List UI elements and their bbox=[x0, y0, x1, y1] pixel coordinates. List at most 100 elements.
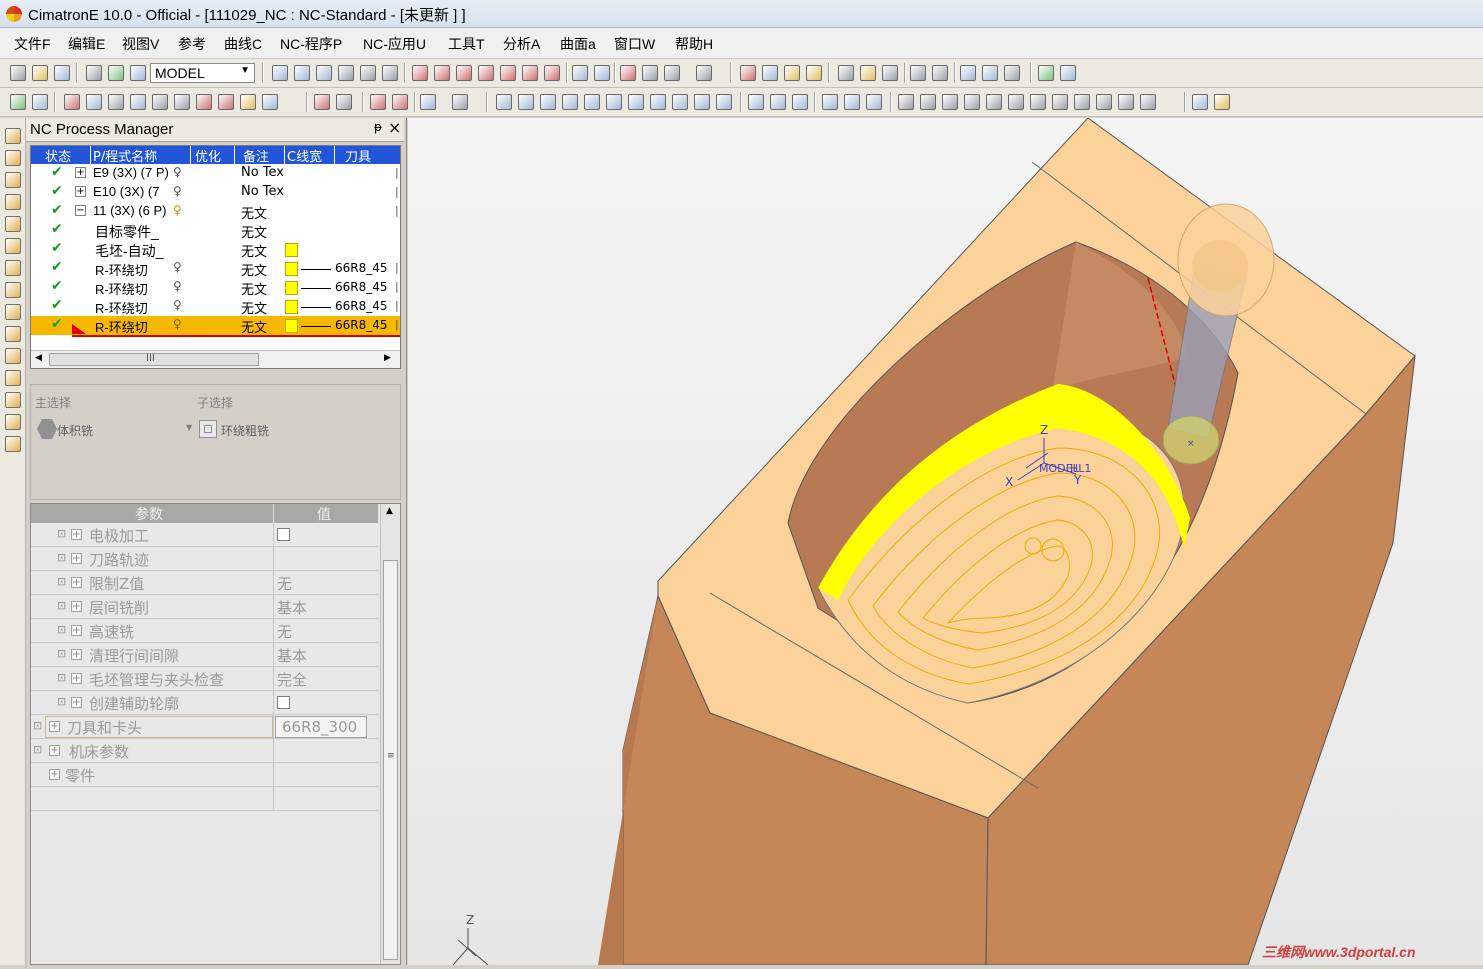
param-row[interactable]: ⊡ + 刀路轨迹 bbox=[31, 547, 378, 571]
line-2-icon[interactable] bbox=[920, 94, 936, 110]
draw-3-icon[interactable] bbox=[792, 94, 808, 110]
trim-icon[interactable] bbox=[1008, 94, 1024, 110]
close-x-icon[interactable] bbox=[392, 94, 408, 110]
left-tool-7-icon[interactable] bbox=[5, 260, 21, 276]
model-select[interactable]: MODEL ▼ bbox=[150, 63, 255, 83]
shaded-icon[interactable] bbox=[620, 65, 636, 81]
param-row-focused[interactable]: ⊡ + 刀具和卡头 66R8_300 bbox=[31, 715, 378, 739]
pin-icon[interactable]: ᵽ bbox=[374, 120, 382, 134]
menu-analysis[interactable]: 分析A bbox=[503, 34, 540, 54]
xyz-icon[interactable] bbox=[1140, 94, 1156, 110]
nc-tool-icon[interactable] bbox=[32, 94, 48, 110]
nc-icon[interactable] bbox=[1038, 65, 1054, 81]
offset-icon[interactable] bbox=[1096, 94, 1112, 110]
ucs-icon[interactable] bbox=[130, 65, 146, 81]
wireframe-icon[interactable] bbox=[642, 65, 658, 81]
spline-icon[interactable] bbox=[986, 94, 1002, 110]
menu-help[interactable]: 帮助H bbox=[675, 34, 713, 54]
face-select-7-icon[interactable] bbox=[628, 94, 644, 110]
delete-icon[interactable] bbox=[370, 94, 386, 110]
axis-icon[interactable] bbox=[822, 94, 838, 110]
scroll-thumb[interactable]: III bbox=[49, 353, 259, 366]
col-optimize[interactable]: 优化 bbox=[191, 146, 235, 164]
face-select-icon[interactable] bbox=[496, 94, 512, 110]
forward-arrow-icon[interactable] bbox=[932, 65, 948, 81]
zoom-fit-icon[interactable] bbox=[316, 65, 332, 81]
nc-setup-icon[interactable] bbox=[1060, 65, 1076, 81]
col-line-width[interactable]: C线宽 bbox=[285, 146, 335, 164]
left-tool-6-icon[interactable] bbox=[5, 238, 21, 254]
grid-icon[interactable] bbox=[960, 65, 976, 81]
axis-2-icon[interactable] bbox=[844, 94, 860, 110]
tree-row-selected[interactable]: ✔ R-环绕切 ♀ 无文 66R8_45 | bbox=[31, 316, 400, 336]
expand-icon[interactable]: + bbox=[49, 745, 60, 756]
expand-icon[interactable]: + bbox=[71, 673, 82, 684]
param-row[interactable]: ⊡ + 毛坯管理与夹头检查 完全 bbox=[31, 667, 378, 691]
param-value[interactable]: 无 bbox=[277, 621, 292, 642]
render-mode-icon[interactable] bbox=[696, 65, 712, 81]
tree-row[interactable]: ✔ R-环绕切 ♀ 无文 66R8_45 | bbox=[31, 278, 400, 298]
param-row[interactable]: ⊡ + 层间铣削 基本 bbox=[31, 595, 378, 619]
light-bulb-icon[interactable] bbox=[838, 65, 854, 81]
param-value[interactable]: 基本 bbox=[277, 597, 307, 618]
draw-icon[interactable] bbox=[748, 94, 764, 110]
tree-row[interactable]: ✔ + E10 (3X) (7 ♀ No Tex | bbox=[31, 183, 400, 202]
tree-horizontal-scrollbar[interactable]: ◀ III ▶ bbox=[31, 350, 400, 368]
filter-icon[interactable] bbox=[1004, 65, 1020, 81]
param-row[interactable]: ⊡ + 机床参数 bbox=[31, 739, 378, 763]
split-icon[interactable] bbox=[1052, 94, 1068, 110]
menu-window[interactable]: 窗口W bbox=[614, 34, 655, 54]
expand-icon[interactable]: + bbox=[71, 601, 82, 612]
join-icon[interactable] bbox=[1074, 94, 1090, 110]
tree-row[interactable]: ✔ R-环绕切 ♀ 无文 66R8_45 | bbox=[31, 259, 400, 279]
expand-icon[interactable]: + bbox=[71, 649, 82, 660]
zoom-window-icon[interactable] bbox=[272, 65, 288, 81]
menu-surface[interactable]: 曲面a bbox=[560, 34, 596, 54]
left-tool-8-icon[interactable] bbox=[5, 282, 21, 298]
param-value[interactable]: 基本 bbox=[277, 645, 307, 666]
sketch-icon[interactable] bbox=[314, 94, 330, 110]
left-tool-1-icon[interactable] bbox=[5, 128, 21, 144]
menu-curve[interactable]: 曲线C bbox=[224, 34, 262, 54]
arc-icon[interactable] bbox=[964, 94, 980, 110]
light-bulb-off-icon[interactable] bbox=[882, 65, 898, 81]
col-tool[interactable]: 刀具 bbox=[335, 146, 400, 164]
volume-mill-icon[interactable] bbox=[37, 419, 57, 439]
tree-row[interactable]: ✔ 目标零件_ 无文 bbox=[31, 221, 400, 241]
col-status[interactable]: 状态 bbox=[31, 146, 91, 164]
nc-list-icon[interactable] bbox=[108, 94, 124, 110]
param-checkbox[interactable] bbox=[277, 696, 290, 709]
face-select-11-icon[interactable] bbox=[716, 94, 732, 110]
left-tool-2-icon[interactable] bbox=[5, 150, 21, 166]
nc-cutter-icon[interactable] bbox=[196, 94, 212, 110]
nc-execute-icon[interactable] bbox=[86, 94, 102, 110]
left-tool-11-icon[interactable] bbox=[5, 348, 21, 364]
curve-icon[interactable] bbox=[336, 94, 352, 110]
tool-value-field[interactable]: 66R8_300 bbox=[275, 716, 367, 738]
select-icon[interactable] bbox=[420, 94, 436, 110]
hidden-line-icon[interactable] bbox=[664, 65, 680, 81]
face-select-6-icon[interactable] bbox=[606, 94, 622, 110]
menu-file[interactable]: 文件F bbox=[14, 34, 51, 54]
scroll-right-icon[interactable]: ▶ bbox=[384, 353, 391, 363]
circle-icon[interactable] bbox=[942, 94, 958, 110]
pen-icon[interactable] bbox=[1214, 94, 1230, 110]
view-back-icon[interactable] bbox=[456, 65, 472, 81]
contour-rough-icon[interactable] bbox=[199, 420, 217, 438]
scroll-thumb[interactable]: ≡ bbox=[383, 560, 398, 960]
nc-procedure-icon[interactable] bbox=[10, 94, 26, 110]
rotate-icon[interactable] bbox=[382, 65, 398, 81]
model-view[interactable]: × Z X Y MODEL HL1 Z bbox=[408, 117, 1483, 966]
tree-row[interactable]: ✔ R-环绕切 ♀ 无文 66R8_45 | bbox=[31, 297, 400, 317]
set-icon[interactable] bbox=[108, 65, 124, 81]
nc-stock-icon[interactable] bbox=[240, 94, 256, 110]
left-tool-15-icon[interactable] bbox=[5, 436, 21, 452]
menu-edit[interactable]: 编辑E bbox=[68, 34, 105, 54]
expand-icon[interactable]: + bbox=[71, 577, 82, 588]
face-select-8-icon[interactable] bbox=[650, 94, 666, 110]
col-note[interactable]: 备注 bbox=[235, 146, 285, 164]
param-row[interactable]: + 零件 bbox=[31, 763, 378, 787]
left-tool-12-icon[interactable] bbox=[5, 370, 21, 386]
line-icon[interactable] bbox=[898, 94, 914, 110]
col-name[interactable]: P/程式名称 bbox=[91, 146, 191, 164]
